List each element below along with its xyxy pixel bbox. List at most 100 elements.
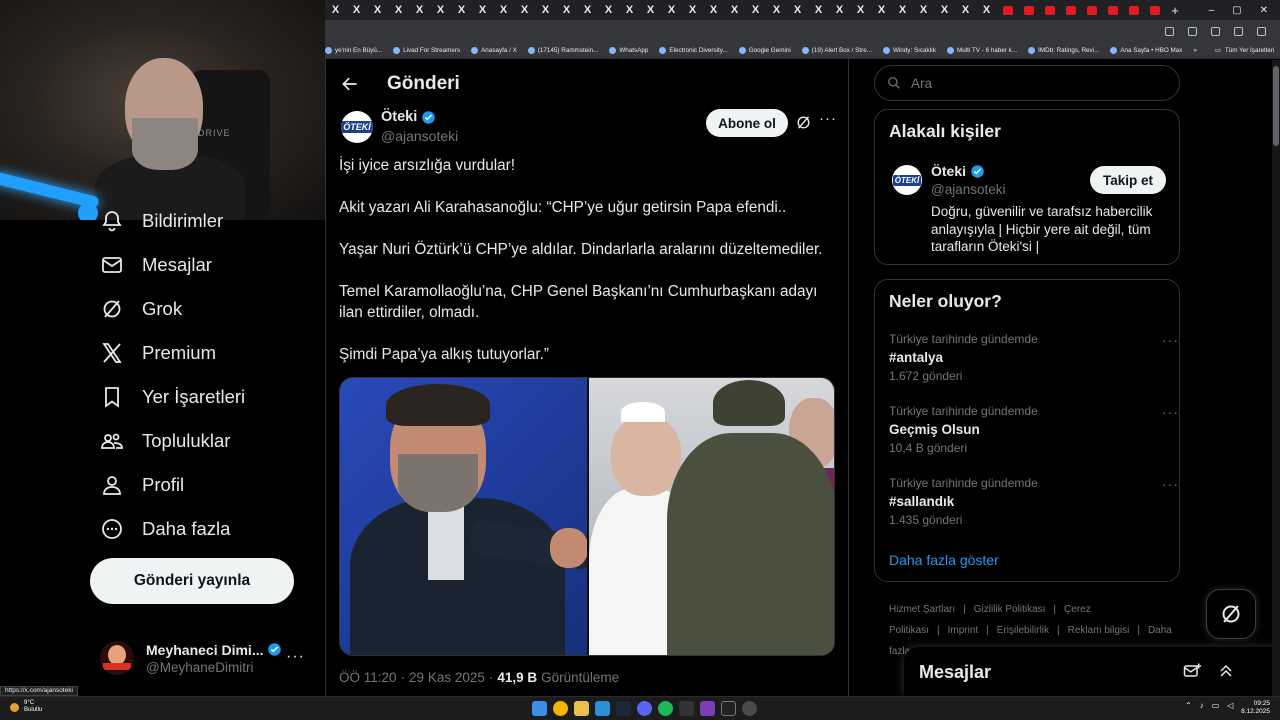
new-message-icon[interactable] bbox=[1182, 661, 1202, 681]
browser-tab-x-logo[interactable]: X bbox=[598, 0, 619, 20]
post-image[interactable] bbox=[339, 377, 835, 656]
browser-tab-x-logo[interactable]: X bbox=[724, 0, 745, 20]
bookmark-item[interactable]: Windy: Sıcaklık bbox=[882, 46, 936, 54]
scrollbar[interactable] bbox=[1272, 60, 1280, 696]
browser-tab-x-logo[interactable]: X bbox=[367, 0, 388, 20]
trend-item[interactable]: Türkiye tarihinde gündemde #sallandık 1.… bbox=[889, 476, 1178, 527]
back-arrow-icon[interactable] bbox=[340, 74, 360, 94]
browser-tab-x-logo[interactable]: X bbox=[409, 0, 430, 20]
browser-tab-youtube[interactable] bbox=[997, 0, 1018, 20]
star-icon[interactable] bbox=[1211, 26, 1220, 36]
author-avatar[interactable]: ÖTEKİ bbox=[341, 111, 373, 143]
browser-tab-x-logo[interactable]: X bbox=[913, 0, 934, 20]
browser-tab-youtube[interactable] bbox=[1123, 0, 1144, 20]
nav-item-communities[interactable]: Topluluklar bbox=[100, 426, 230, 456]
post-time[interactable]: ÖÖ 11:20 bbox=[339, 670, 397, 685]
browser-tab-x-logo[interactable]: X bbox=[430, 0, 451, 20]
subscribe-button[interactable]: Abone ol bbox=[706, 109, 788, 137]
related-avatar[interactable]: ÖTEKİ bbox=[892, 165, 922, 195]
chrome-icon[interactable] bbox=[553, 701, 568, 716]
spotify-icon[interactable] bbox=[658, 701, 673, 716]
browser-tab-x-logo[interactable]: X bbox=[535, 0, 556, 20]
search-input[interactable] bbox=[911, 75, 1161, 91]
browser-tab-x-logo[interactable]: X bbox=[388, 0, 409, 20]
browser-tab-x-logo[interactable]: X bbox=[766, 0, 787, 20]
browser-tab-x-logo[interactable]: X bbox=[619, 0, 640, 20]
app-icon[interactable] bbox=[595, 701, 610, 716]
nav-item-profile[interactable]: Profil bbox=[100, 470, 184, 500]
account-switcher[interactable]: Meyhaneci Dimi... @MeyhaneDimitri ··· bbox=[100, 636, 315, 680]
all-bookmarks-link[interactable]: Tüm Yer İşaretleri bbox=[1225, 47, 1274, 54]
browser-tab-youtube[interactable] bbox=[1102, 0, 1123, 20]
bookmark-item[interactable]: Multi TV - 6 haber k... bbox=[947, 46, 1017, 54]
search-box[interactable] bbox=[874, 65, 1180, 101]
browser-tab-x-logo[interactable]: X bbox=[871, 0, 892, 20]
footer-link[interactable]: Imprint bbox=[948, 625, 979, 636]
browser-tab-x-logo[interactable]: X bbox=[577, 0, 598, 20]
bookmarks-overflow-button[interactable]: » bbox=[1193, 47, 1197, 54]
bookmark-item[interactable]: Electronic Diversity... bbox=[659, 46, 728, 54]
author-handle[interactable]: @ajansoteki bbox=[381, 128, 458, 144]
discord-icon[interactable] bbox=[637, 701, 652, 716]
post-date[interactable]: 29 Kas 2025 bbox=[409, 670, 485, 685]
browser-tab-x-logo[interactable]: X bbox=[745, 0, 766, 20]
browser-tab-youtube[interactable] bbox=[1039, 0, 1060, 20]
nav-item-bookmarks[interactable]: Yer İşaretleri bbox=[100, 382, 245, 412]
steam-icon[interactable] bbox=[616, 701, 631, 716]
browser-tab-x-logo[interactable]: X bbox=[808, 0, 829, 20]
network-icon[interactable]: ▭ bbox=[1212, 701, 1220, 710]
bookmark-item[interactable]: WhatsApp bbox=[609, 46, 648, 54]
browser-tab-x-logo[interactable]: X bbox=[850, 0, 871, 20]
browser-tab-x-logo[interactable]: X bbox=[934, 0, 955, 20]
browser-tab-x-logo[interactable]: X bbox=[640, 0, 661, 20]
messages-drawer[interactable]: Mesajlar bbox=[904, 647, 1280, 697]
minimize-icon[interactable]: – bbox=[1209, 5, 1215, 16]
browser-tab-x-logo[interactable]: X bbox=[556, 0, 577, 20]
browser-tab-x-logo[interactable]: X bbox=[787, 0, 808, 20]
browser-tab-x-logo[interactable]: X bbox=[493, 0, 514, 20]
profile-icon[interactable] bbox=[1234, 26, 1243, 36]
epic-games-icon[interactable] bbox=[679, 701, 694, 716]
nav-item-messages[interactable]: Mesajlar bbox=[100, 250, 212, 280]
follow-button[interactable]: Takip et bbox=[1090, 166, 1166, 194]
account-more-icon[interactable]: ··· bbox=[286, 648, 305, 666]
browser-tab-x-logo[interactable]: X bbox=[346, 0, 367, 20]
nav-item-premium[interactable]: Premium bbox=[100, 338, 216, 368]
bookmark-item[interactable]: Livad For Streamers bbox=[393, 46, 460, 54]
scrollbar-thumb[interactable] bbox=[1273, 66, 1279, 146]
cast-icon[interactable] bbox=[1188, 26, 1197, 36]
streaming-app-icon[interactable] bbox=[721, 701, 736, 716]
maximize-icon[interactable]: ▢ bbox=[1232, 5, 1241, 16]
related-name[interactable]: Öteki bbox=[931, 163, 985, 179]
taskbar-clock[interactable]: 09:25 8.12.2025 bbox=[1241, 700, 1270, 716]
obs-icon[interactable] bbox=[700, 701, 715, 716]
bookmark-item[interactable]: Google Gemini bbox=[738, 46, 791, 54]
chevron-up-icon[interactable]: ⌃ bbox=[1185, 701, 1192, 710]
bookmark-item[interactable]: (19) Alert Box / Stre... bbox=[801, 46, 872, 54]
footer-link[interactable]: Reklam bilgisi bbox=[1068, 625, 1130, 636]
author-name[interactable]: Öteki bbox=[381, 109, 436, 125]
browser-tab-youtube[interactable] bbox=[1060, 0, 1081, 20]
grok-explain-icon[interactable] bbox=[795, 114, 812, 131]
close-icon[interactable]: ✕ bbox=[1260, 5, 1268, 16]
show-more-link[interactable]: Daha fazla göster bbox=[889, 552, 999, 568]
browser-tab-x-logo[interactable]: X bbox=[955, 0, 976, 20]
expand-up-icon[interactable] bbox=[1216, 661, 1236, 681]
trend-item[interactable]: Türkiye tarihinde gündemde Geçmiş Olsun … bbox=[889, 404, 1178, 455]
trend-more-icon[interactable]: ··· bbox=[1162, 404, 1179, 420]
app-icon[interactable] bbox=[742, 701, 757, 716]
nav-item-grok[interactable]: Grok bbox=[100, 294, 182, 324]
browser-tab-x-logo[interactable]: X bbox=[451, 0, 472, 20]
volume-icon[interactable]: ◁ bbox=[1227, 701, 1233, 710]
browser-tab-x-logo[interactable]: X bbox=[703, 0, 724, 20]
bookmark-item[interactable]: Anasayfa / X bbox=[471, 46, 517, 54]
browser-tab-x-logo[interactable]: X bbox=[661, 0, 682, 20]
browser-tab-youtube[interactable] bbox=[1081, 0, 1102, 20]
menu-icon[interactable] bbox=[1257, 26, 1266, 36]
bookmark-item[interactable]: Ana Sayfa • HBO Max bbox=[1110, 46, 1182, 54]
mic-icon[interactable]: ♪ bbox=[1200, 701, 1204, 710]
browser-tab-x-logo[interactable]: X bbox=[829, 0, 850, 20]
post-more-icon[interactable]: ··· bbox=[819, 110, 837, 127]
post-button[interactable]: Gönderi yayınla bbox=[90, 558, 294, 604]
weather-widget[interactable]: 9°C Bulutlu bbox=[10, 700, 42, 714]
